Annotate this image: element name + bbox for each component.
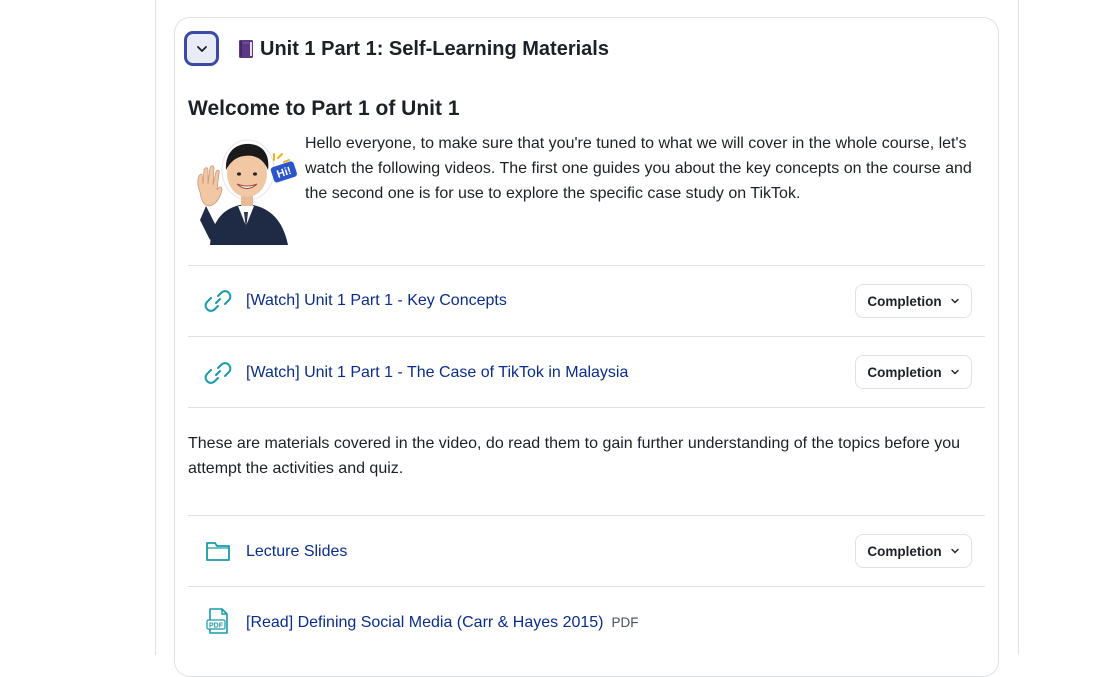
resource-link-defining-social-media[interactable]: [Read] Defining Social Media (Carr & Hay… bbox=[246, 614, 639, 632]
activity-link-key-concepts[interactable]: [Watch] Unit 1 Part 1 - Key Concepts bbox=[246, 292, 507, 310]
intro-text: Hello everyone, to make sure that you're… bbox=[305, 135, 972, 202]
link-icon bbox=[204, 362, 232, 384]
resource-link-label: [Read] Defining Social Media (Carr & Hay… bbox=[246, 614, 604, 631]
resource-row-lecture-slides: Lecture Slides Completion bbox=[188, 516, 985, 586]
chevron-down-icon bbox=[196, 45, 207, 52]
file-type-badge: PDF bbox=[611, 615, 639, 630]
completion-dropdown-button[interactable]: Completion bbox=[855, 284, 972, 318]
section-title-text: Unit 1 Part 1: Self-Learning Materials bbox=[260, 37, 609, 60]
completion-label: Completion bbox=[867, 364, 942, 380]
chevron-down-icon bbox=[950, 298, 959, 304]
resource-link-lecture-slides[interactable]: Lecture Slides bbox=[246, 543, 347, 561]
completion-dropdown-button[interactable]: Completion bbox=[855, 534, 972, 568]
completion-label: Completion bbox=[867, 543, 942, 559]
section-title: Unit 1 Part 1: Self-Learning Materials bbox=[236, 36, 609, 62]
materials-note: These are materials covered in the video… bbox=[188, 435, 961, 477]
welcome-heading: Welcome to Part 1 of Unit 1 bbox=[188, 97, 460, 120]
chevron-down-icon bbox=[950, 369, 959, 375]
completion-dropdown-button[interactable]: Completion bbox=[855, 355, 972, 389]
activity-row-tiktok-case: [Watch] Unit 1 Part 1 - The Case of TikT… bbox=[188, 337, 985, 407]
book-icon bbox=[239, 40, 253, 58]
avatar-waving-image: Hi! bbox=[197, 139, 297, 245]
svg-text:PDF: PDF bbox=[209, 623, 224, 630]
pdf-icon: PDF bbox=[206, 608, 228, 634]
chevron-down-icon bbox=[950, 548, 959, 554]
completion-label: Completion bbox=[867, 293, 942, 309]
resource-row-defining-social-media: PDF [Read] Defining Social Media (Carr &… bbox=[188, 587, 985, 657]
activity-link-tiktok-case[interactable]: [Watch] Unit 1 Part 1 - The Case of TikT… bbox=[246, 364, 628, 382]
collapse-section-button[interactable] bbox=[184, 31, 219, 66]
activity-row-key-concepts: [Watch] Unit 1 Part 1 - Key Concepts Com… bbox=[188, 266, 985, 336]
folder-icon bbox=[206, 542, 230, 561]
divider bbox=[188, 407, 985, 408]
link-icon bbox=[204, 290, 232, 312]
